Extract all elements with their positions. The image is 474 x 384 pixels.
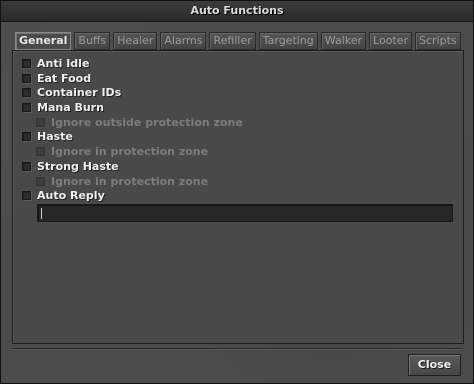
mana-burn-ignore-option[interactable]: Ignore outside protection zone [36,115,243,129]
haste-ignore-label: Ignore in protection zone [51,144,209,158]
tab-scripts[interactable]: Scripts [415,32,461,50]
strong-haste-ignore-label: Ignore in protection zone [51,174,209,188]
tab-healer[interactable]: Healer [113,32,158,50]
strong-haste-checkbox[interactable] [22,161,31,171]
tab-targeting[interactable]: Targeting [258,32,318,50]
container-ids-label: Container IDs [37,85,122,99]
tab-refiller[interactable]: Refiller [209,32,256,50]
window-title: Auto Functions [1,1,473,22]
eat-food-option[interactable]: Eat Food [22,71,91,85]
strong-haste-label: Strong Haste [37,159,119,173]
mana-burn-label: Mana Burn [37,100,104,114]
strong-haste-ignore-option[interactable]: Ignore in protection zone [36,174,208,188]
auto-reply-input[interactable] [37,204,453,222]
auto-reply-checkbox[interactable] [22,190,31,200]
container-ids-option[interactable]: Container IDs [22,85,121,99]
anti-idle-label: Anti Idle [37,56,90,70]
tab-general[interactable]: General [15,32,72,50]
haste-label: Haste [37,129,73,143]
mana-burn-ignore-label: Ignore outside protection zone [51,115,243,129]
mana-burn-option[interactable]: Mana Burn [22,100,104,114]
anti-idle-checkbox[interactable] [22,58,31,68]
close-button[interactable]: Close [408,354,461,376]
haste-option[interactable]: Haste [22,129,73,143]
eat-food-checkbox[interactable] [22,73,31,83]
auto-reply-label: Auto Reply [37,188,105,202]
haste-ignore-option[interactable]: Ignore in protection zone [36,144,208,158]
tab-looter[interactable]: Looter [369,32,413,50]
strong-haste-ignore-checkbox[interactable] [36,176,45,186]
mana-burn-checkbox[interactable] [22,102,31,112]
auto-reply-option[interactable]: Auto Reply [22,188,105,202]
mana-burn-ignore-checkbox[interactable] [36,117,45,127]
tab-alarms[interactable]: Alarms [160,32,207,50]
eat-food-label: Eat Food [37,71,92,85]
anti-idle-option[interactable]: Anti Idle [22,56,89,70]
strong-haste-option[interactable]: Strong Haste [22,159,119,173]
auto-functions-window: Auto Functions General Buffs Healer Alar… [0,0,474,384]
footer-divider [11,348,463,349]
haste-ignore-checkbox[interactable] [36,146,45,156]
text-caret [41,208,42,219]
tab-bar: General Buffs Healer Alarms Refiller Tar… [15,32,461,50]
container-ids-checkbox[interactable] [22,87,31,97]
haste-checkbox[interactable] [22,131,31,141]
tab-walker[interactable]: Walker [320,32,367,50]
tab-buffs[interactable]: Buffs [74,32,111,50]
